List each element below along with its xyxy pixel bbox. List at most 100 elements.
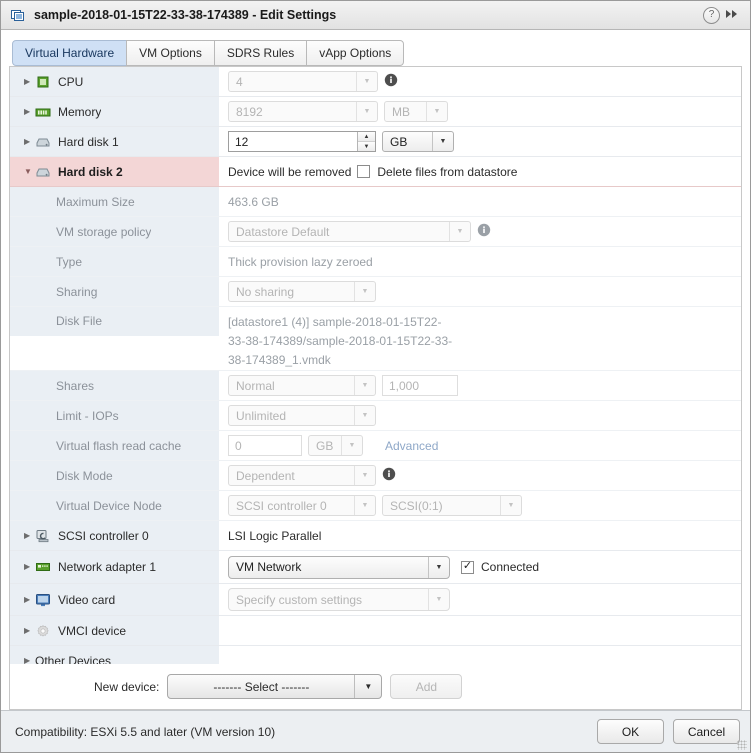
memory-size-value: 8192: [236, 104, 263, 119]
disk-mode-value: Dependent: [236, 468, 295, 483]
hard-disk-2-status: Device will be removed: [228, 164, 352, 179]
device-label-hard-disk-2[interactable]: ▼ Hard disk 2: [10, 157, 220, 186]
network-adapter-1-select[interactable]: VM Network ▼: [228, 555, 450, 579]
sharing-value: No sharing: [236, 284, 295, 299]
add-device-button[interactable]: Add: [390, 674, 463, 699]
row-hard-disk-2[interactable]: ▼ Hard disk 2 Device will be removed Del…: [10, 157, 741, 187]
device-label-memory[interactable]: ▶ Memory: [10, 97, 220, 126]
info-icon[interactable]: [477, 223, 491, 240]
maximum-size-label: Maximum Size: [56, 194, 135, 209]
info-icon[interactable]: [382, 467, 396, 484]
device-node-label-cell: Virtual Device Node: [10, 491, 220, 520]
disk-mode-value-cell: Dependent ▼: [220, 461, 741, 490]
disk-file-label: Disk File: [56, 314, 103, 328]
vmci-device-value-cell: [220, 616, 741, 645]
new-device-select[interactable]: ------- Select ------- ▼: [167, 674, 383, 699]
vflash-advanced-link[interactable]: Advanced: [385, 439, 438, 453]
cancel-button[interactable]: Cancel: [673, 719, 740, 744]
ok-button[interactable]: OK: [597, 719, 664, 744]
chevron-down-icon: ▼: [354, 282, 375, 301]
expand-chevron-icon[interactable]: [725, 8, 742, 22]
hard-disk-1-value-cell: 12 ▲ ▼ GB ▼: [220, 127, 741, 156]
stepper-down-icon[interactable]: ▼: [358, 142, 375, 151]
chevron-down-icon: ▼: [432, 132, 453, 151]
delete-files-checkbox[interactable]: [357, 165, 371, 178]
compatibility-text: Compatibility: ESXi 5.5 and later (VM ve…: [15, 724, 276, 739]
row-hard-disk-1[interactable]: ▶ Hard disk 1 12 ▲ ▼ GB ▼: [10, 127, 741, 157]
device-list-panel[interactable]: ▶ CPU 4 ▼ ▶ Memory 8192 ▼ MB ▼ ▶ Hard di…: [9, 66, 742, 664]
vflash-unit-select[interactable]: GB ▼: [308, 435, 363, 456]
limit-iops-select[interactable]: Unlimited ▼: [228, 405, 376, 426]
sharing-select[interactable]: No sharing ▼: [228, 281, 376, 302]
help-icon[interactable]: ?: [703, 6, 720, 24]
expand-caret-icon[interactable]: ▶: [24, 656, 35, 664]
device-node-label: Virtual Device Node: [56, 498, 162, 513]
scsi-controller-0-value-cell: LSI Logic Parallel: [220, 521, 741, 550]
dialog-footer: Compatibility: ESXi 5.5 and later (VM ve…: [1, 710, 750, 752]
delete-files-checkbox-row[interactable]: Delete files from datastore: [357, 165, 517, 179]
vm-storage-policy-label: VM storage policy: [56, 224, 152, 239]
hard-disk-1-size-value: 12: [235, 134, 249, 149]
chevron-down-icon: ▼: [428, 556, 449, 578]
hard-disk-1-size-stepper[interactable]: 12 ▲ ▼: [228, 131, 376, 152]
memory-size-select[interactable]: 8192 ▼: [228, 101, 378, 122]
expand-caret-icon[interactable]: ▶: [24, 595, 35, 604]
video-card-select[interactable]: Specify custom settings ▼: [228, 588, 450, 611]
other-devices-value-cell: [220, 646, 741, 664]
expand-caret-icon[interactable]: ▶: [24, 563, 35, 571]
hard-disk-1-unit-select[interactable]: GB ▼: [382, 131, 454, 152]
network-connected-checkbox-row[interactable]: ✓ Connected: [461, 560, 539, 574]
device-label-vmci-device[interactable]: ▶ VMCI device: [10, 616, 220, 645]
network-connected-checkbox[interactable]: ✓: [461, 560, 474, 574]
tab-sdrs-rules[interactable]: SDRS Rules: [213, 40, 308, 66]
memory-unit-select[interactable]: MB ▼: [384, 101, 448, 122]
device-label-hard-disk-1[interactable]: ▶ Hard disk 1: [10, 127, 220, 156]
cpu-count-select[interactable]: 4 ▼: [228, 71, 378, 92]
video-card-value: Specify custom settings: [236, 592, 363, 607]
shares-level-select[interactable]: Normal ▼: [228, 375, 376, 396]
disk-mode-label-cell: Disk Mode: [10, 461, 220, 490]
row-network-adapter-1[interactable]: ▶ Network adapter 1 VM Network ▼ ✓ Conne…: [10, 551, 741, 584]
disk-type-label-cell: Type: [10, 247, 220, 276]
row-scsi-controller-0[interactable]: ▶ SCSI controller 0 LSI Logic Parallel: [10, 521, 741, 551]
tab-virtual-hardware[interactable]: Virtual Hardware: [12, 40, 128, 66]
videocard-icon: [35, 592, 51, 608]
row-other-devices[interactable]: ▶ Other Devices: [10, 646, 741, 664]
device-node-port-select[interactable]: SCSI(0:1) ▼: [382, 495, 522, 516]
device-node-controller-select[interactable]: SCSI controller 0 ▼: [228, 495, 376, 516]
stepper-up-icon[interactable]: ▲: [358, 132, 375, 142]
expand-caret-icon[interactable]: ▶: [24, 531, 35, 540]
network-adapter-1-value-cell: VM Network ▼ ✓ Connected: [220, 551, 741, 583]
row-sharing: Sharing No sharing ▼: [10, 277, 741, 307]
disk-mode-select[interactable]: Dependent ▼: [228, 465, 376, 486]
vflash-size-input[interactable]: 0: [228, 435, 302, 456]
device-node-port-value: SCSI(0:1): [390, 498, 443, 513]
device-rows: ▶ CPU 4 ▼ ▶ Memory 8192 ▼ MB ▼ ▶ Hard di…: [10, 67, 741, 664]
sharing-value-cell: No sharing ▼: [220, 277, 741, 306]
info-icon[interactable]: [384, 73, 398, 90]
tab-vapp-options[interactable]: vApp Options: [306, 40, 405, 66]
device-label-scsi-controller-0[interactable]: ▶ SCSI controller 0: [10, 521, 220, 550]
maximum-size-value: 463.6 GB: [228, 194, 279, 209]
tab-vm-options[interactable]: VM Options: [126, 40, 215, 66]
collapse-caret-icon[interactable]: ▼: [24, 167, 35, 176]
expand-caret-icon[interactable]: ▶: [24, 77, 35, 86]
device-label-other-devices[interactable]: ▶ Other Devices: [10, 646, 220, 664]
expand-caret-icon[interactable]: ▶: [24, 626, 35, 635]
device-node-value-cell: SCSI controller 0 ▼ SCSI(0:1) ▼: [220, 491, 741, 520]
resize-grip[interactable]: [737, 740, 747, 750]
stepper-buttons[interactable]: ▲ ▼: [357, 132, 375, 151]
row-cpu[interactable]: ▶ CPU 4 ▼: [10, 67, 741, 97]
device-label-network-adapter-1[interactable]: ▶ Network adapter 1: [10, 551, 220, 583]
shares-amount-input[interactable]: 1,000: [382, 375, 458, 396]
new-device-label: New device:: [94, 679, 160, 694]
device-label-cpu[interactable]: ▶ CPU: [10, 67, 220, 96]
row-video-card[interactable]: ▶ Video card Specify custom settings ▼: [10, 584, 741, 616]
device-label-video-card[interactable]: ▶ Video card: [10, 584, 220, 615]
expand-caret-icon[interactable]: ▶: [24, 107, 35, 116]
expand-caret-icon[interactable]: ▶: [24, 137, 35, 146]
row-vmci-device[interactable]: ▶ VMCI device: [10, 616, 741, 646]
vm-storage-policy-select[interactable]: Datastore Default ▼: [228, 221, 471, 242]
vflash-label: Virtual flash read cache: [56, 438, 182, 453]
row-memory[interactable]: ▶ Memory 8192 ▼ MB ▼: [10, 97, 741, 127]
